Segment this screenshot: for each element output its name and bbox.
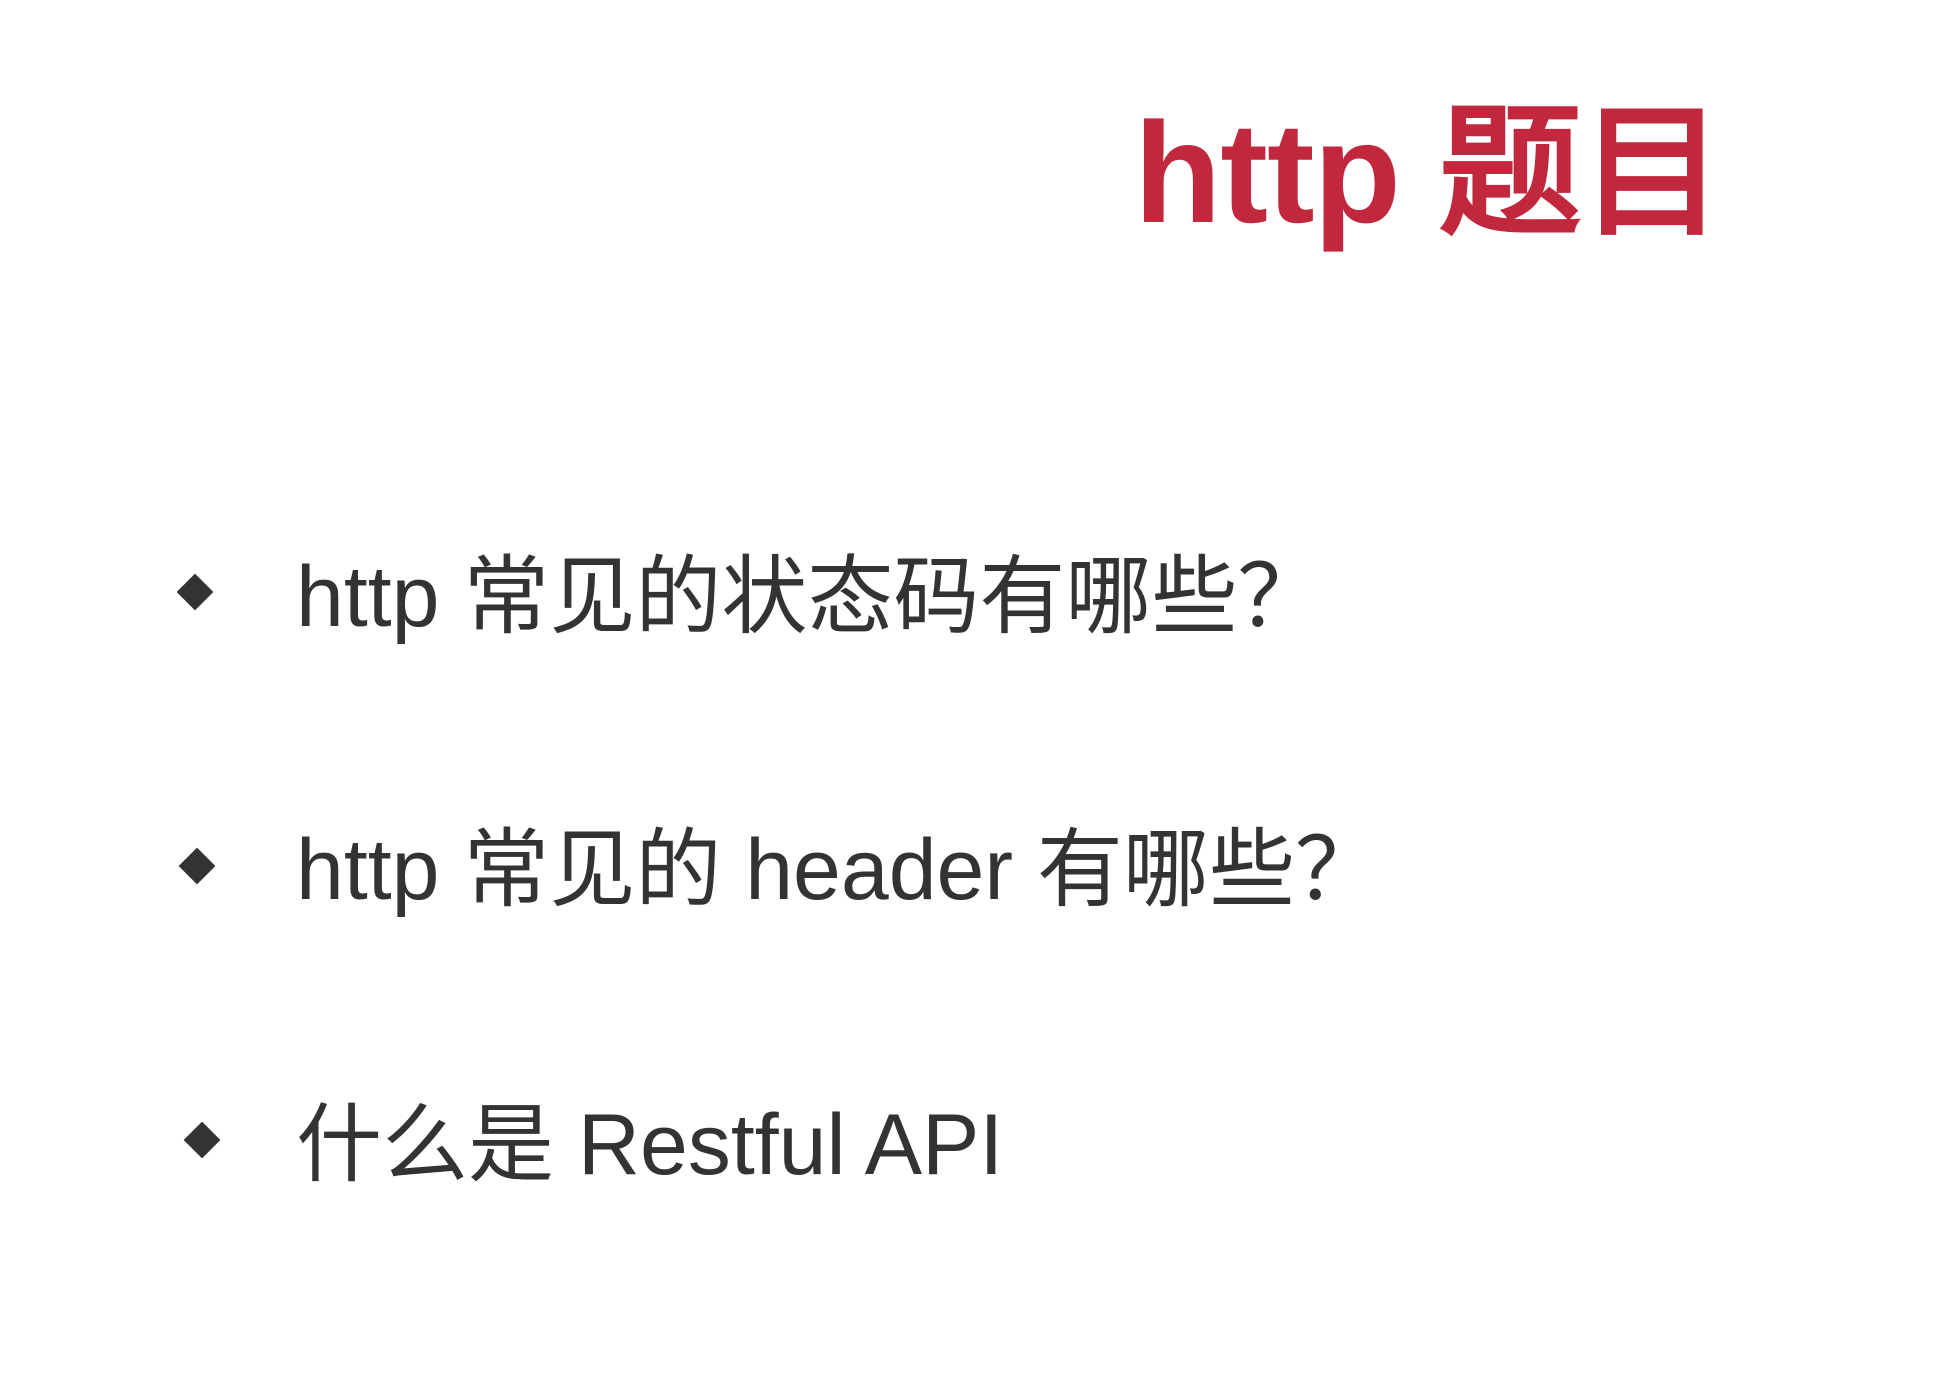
slide-title: http 题目 xyxy=(1134,94,1724,253)
bullet-item-status-codes: http 常见的状态码有哪些？ xyxy=(0,554,1800,640)
slide: http 题目 http 常见的状态码有哪些？ http 常见的 header … xyxy=(0,0,1955,1392)
bullet-text: http 常见的状态码有哪些？ xyxy=(296,549,1324,645)
bullet-item-restful-api: 什么是 Restful API xyxy=(0,1102,1800,1188)
bullet-text: 什么是 Restful API xyxy=(296,1097,1004,1193)
diamond-bullet-icon xyxy=(176,573,214,611)
bullet-text: http 常见的 header 有哪些？ xyxy=(296,822,1381,918)
bullet-item-headers: http 常见的 header 有哪些？ xyxy=(0,827,1800,913)
diamond-bullet-icon xyxy=(183,1121,221,1159)
diamond-bullet-icon xyxy=(178,847,216,885)
